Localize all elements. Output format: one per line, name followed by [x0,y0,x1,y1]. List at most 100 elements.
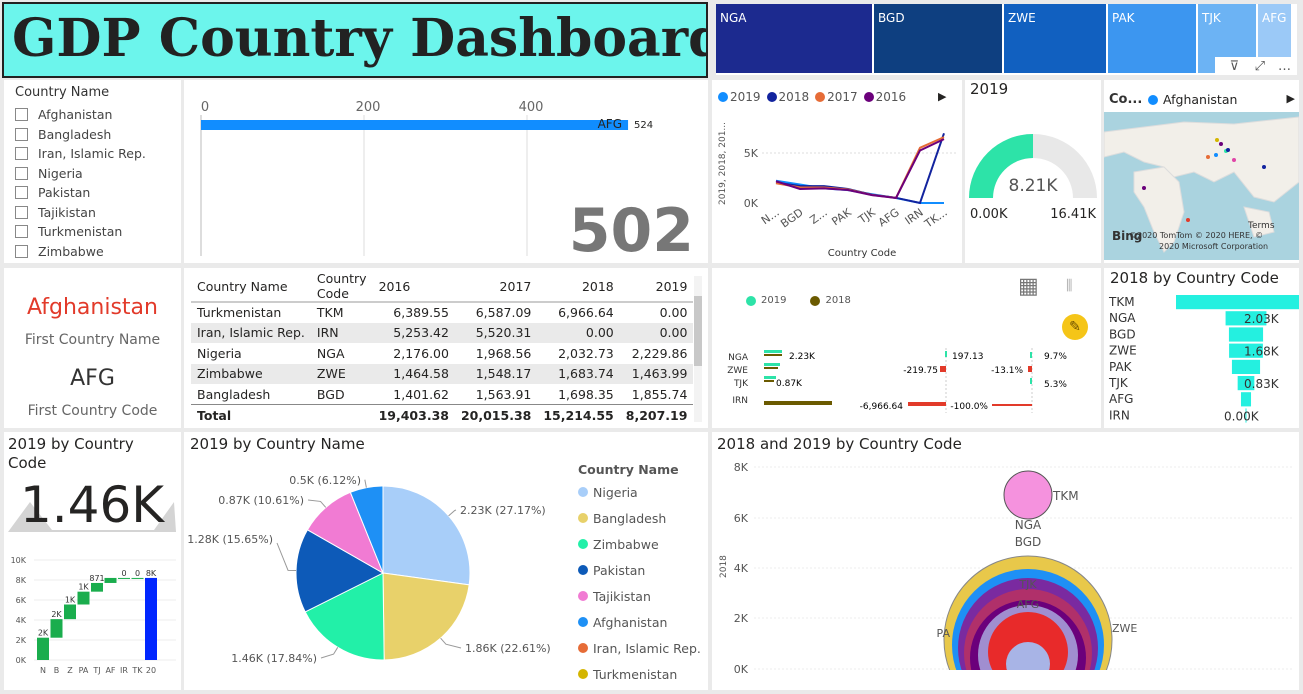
bubble-chart[interactable]: 2018 8K 6K 4K 2K 0K TKM NGA BGD TJK AFG PA ZWE [712,432,1299,690]
slicer-item[interactable]: Bangladesh [15,125,146,145]
column-header[interactable]: 2016 [372,271,455,303]
waterfall-bar[interactable] [104,577,117,583]
treemap-cell-zwe[interactable]: ZWE [1004,4,1106,73]
gdp-table[interactable]: Country Name Country Code 2016 2017 2018 2019… [191,271,694,425]
checkbox[interactable] [15,225,28,239]
waterfall-bar[interactable] [118,577,130,579]
legend-item[interactable]: Turkmenistan [578,661,701,687]
table-cell: 2,032.73 [558,345,614,361]
table-row[interactable]: Bangladesh BGD 1,401.62 1,563.91 1,698.35 1,8… [191,384,693,405]
column-header[interactable]: 2017 [454,271,538,303]
total-cell: 19,403.38 [372,404,455,425]
table-row[interactable]: Nigeria NGA 2,176.00 1,968.56 2,032.73 2,229.… [191,343,693,364]
slicer-item[interactable]: Pakistan [15,183,146,203]
y-tick: 8K [16,576,27,585]
slicer-item[interactable]: Afghanistan [15,105,146,125]
x-tick: IR [120,666,128,675]
column-header[interactable]: 2018 [537,271,620,303]
gauge-min: 0.00K [970,207,1008,222]
x-tick: PA [79,666,89,675]
checkbox[interactable] [15,147,28,161]
more-options-icon[interactable]: … [1278,59,1291,74]
treemap-cell-bgd[interactable]: BGD [874,4,1002,73]
legend-item[interactable]: Nigeria [578,479,701,505]
checkbox[interactable] [15,166,28,180]
table-cell: 1,464.58 [372,363,455,384]
map-terms[interactable]: Terms [1247,221,1275,231]
column-header[interactable]: Country Code [310,271,373,303]
filter-icon[interactable]: ⊽ [1229,59,1239,74]
legend-item[interactable]: Afghanistan [578,609,701,635]
funnel-value-label: 0.00K [1224,409,1260,423]
funnel-chart[interactable]: TKM NGA 2.03K BGD ZWE 1.68K PAK TJK 0.83K AFG IRN 0… [1104,268,1299,428]
first-country-name-label: First Country Name [24,332,161,348]
first-country-code-label: First Country Code [27,403,158,419]
funnel-bar[interactable] [1228,327,1264,342]
x-tick: 0 [201,100,209,115]
waterfall-bar[interactable] [64,604,76,620]
scrollbar-thumb[interactable] [694,296,702,366]
table-row[interactable]: Turkmenistan TKM 6,389.55 6,587.09 6,966.64 0… [191,302,693,323]
table-row[interactable]: Iran, Islamic Rep. IRN 5,253.42 5,520.31 0.0… [191,322,694,343]
slicer-item[interactable]: Zimbabwe [15,242,146,262]
treemap-country-code[interactable]: NGA BGD ZWE PAK TJK AFG ⊽ ⤢ … [716,4,1297,75]
legend-item[interactable]: Tajikistan [578,583,701,609]
treemap-cell-nga[interactable]: NGA [716,4,872,73]
table-cell: 2,229.86 [631,345,688,361]
slicer-item[interactable]: Tajikistan [15,203,146,223]
line-series-2016[interactable] [775,138,945,200]
x-tick: BGD [778,206,805,231]
checkbox[interactable] [15,186,28,200]
slicer-item[interactable]: Turkmenistan [15,222,146,242]
checkbox[interactable] [15,108,28,122]
legend-item[interactable]: Zimbabwe [578,531,701,557]
delta-label: -219.75 [903,366,938,376]
waterfall-label: 0 [121,569,126,578]
waterfall-bar[interactable] [145,577,157,660]
legend-next-icon[interactable]: ▶ [1287,92,1295,105]
waterfall-label: 1K [78,583,89,592]
focus-mode-icon[interactable]: ⤢ [1255,59,1265,74]
variance-category: IRN [732,396,748,406]
funnel-bar[interactable] [1240,392,1252,407]
checkbox[interactable] [15,244,28,258]
pie-slice-nigeria[interactable] [382,485,471,586]
funnel-tile: 2018 by Country Code TKM NGA 2.03K BGD ZWE 1.… [1104,268,1299,428]
waterfall-bar[interactable] [77,591,90,605]
afg-bar[interactable] [201,120,629,130]
legend-label: Afghanistan [593,614,668,630]
table-cell: IRN [310,322,373,343]
funnel-bar[interactable] [1176,295,1299,310]
bubble-y-axis-label: 2018 [719,555,729,578]
waterfall-bar[interactable] [37,637,49,660]
map-point [1219,142,1223,146]
line-chart[interactable]: 2019, 2018, 201... 5K 0K N...BGD Z... PAK T… [712,80,962,263]
variance-chart[interactable]: NGAZWETJKIRN 2.23K 0.87K 197.13 -219.75 … [712,268,1101,428]
waterfall-bar[interactable] [131,577,144,579]
checkbox[interactable] [15,205,28,219]
gauge-chart[interactable]: 8.21K 0.00K 16.41K [965,80,1101,263]
waterfall-bar[interactable] [91,582,103,592]
table-cell: TKM [316,305,344,321]
slicer-item[interactable]: Iran, Islamic Rep. [15,144,146,164]
slicer-item[interactable]: Nigeria [15,164,146,184]
column-header[interactable]: Country Name [191,271,311,303]
column-header[interactable]: 2019 [619,271,694,303]
table-cell: 5,253.42 [372,322,455,343]
legend-label: Tajikistan [593,588,651,604]
legend-item[interactable]: Iran, Islamic Rep. [578,635,701,661]
vertical-scrollbar[interactable] [694,276,702,422]
bubble-tile: 2018 and 2019 by Country Code 2018 8K 6K 4… [712,432,1299,690]
waterfall-label: 2K [51,610,62,619]
kpi-chart[interactable]: 1.46K 10K 8K 6K 4K 2K 0K 2K N 2K B 1K Z 1K PA 871 TJ AF 0… [4,432,181,690]
legend-item[interactable]: Bangladesh [578,505,701,531]
funnel-bar[interactable] [1231,359,1261,374]
table-row[interactable]: Zimbabwe ZWE 1,464.58 1,548.17 1,683.74 1,463… [191,363,694,384]
treemap-cell-pak[interactable]: PAK [1108,4,1196,73]
table-cell: NGA [316,345,345,361]
legend-item[interactable]: Pakistan [578,557,701,583]
bing-map[interactable]: Terms Bing ©2020 TomTom © 2020 HERE, © 2… [1104,112,1299,260]
checkbox[interactable] [15,127,28,141]
pie-legend-title: Country Name [578,462,679,477]
waterfall-bar[interactable] [50,619,63,638]
